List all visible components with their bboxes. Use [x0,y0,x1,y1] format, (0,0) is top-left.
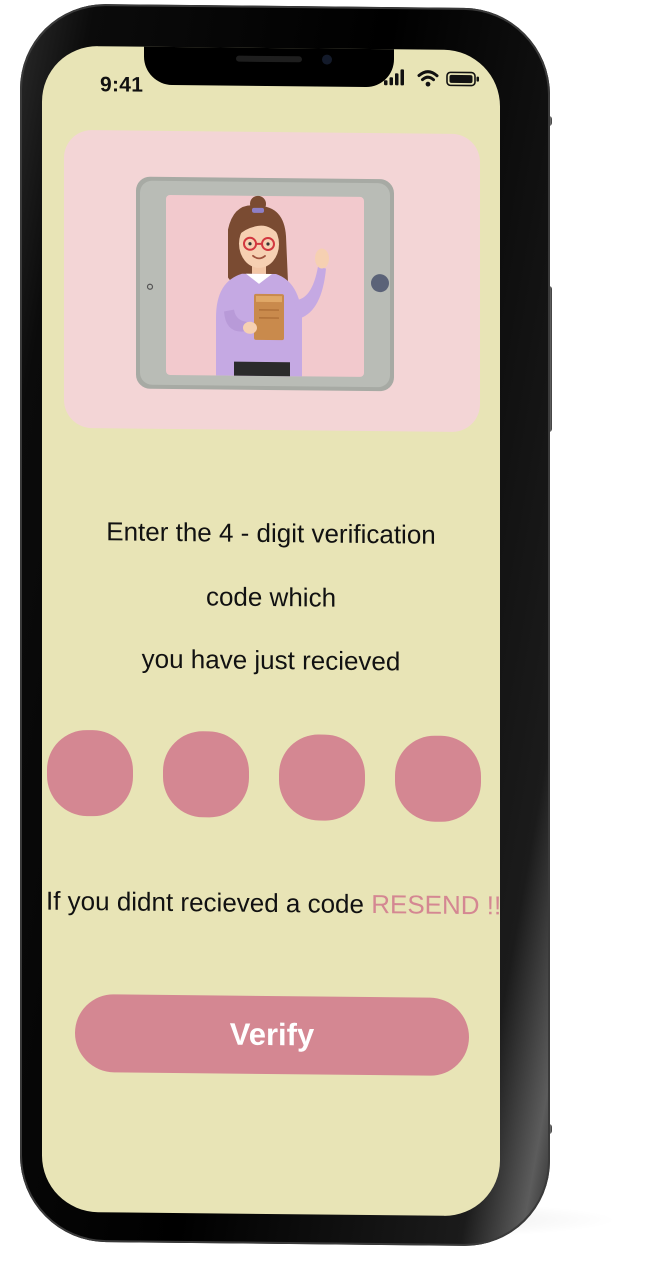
resend-link[interactable]: RESEND !! [371,889,500,920]
instruction-line-2: code which [205,581,337,613]
battery-icon [446,71,479,87]
instruction-line-3: you have just recieved [141,643,401,677]
resend-line: If you didnt recieved a code RESEND !! [46,886,500,922]
status-time: 9:41 [100,73,144,97]
front-camera [322,54,332,65]
notch [144,45,394,88]
code-digit-4[interactable] [395,735,481,823]
teacher-in-tablet-illustration [136,176,394,392]
code-digit-2[interactable] [163,730,249,818]
code-digit-1[interactable] [47,729,133,817]
phone-screen: 9:41 Enter the 4 - digit verification co… [42,45,500,1217]
instruction-line-1: Enter the 4 - digit verification [106,516,436,550]
verify-button[interactable]: Verify [75,993,469,1077]
status-icons [384,69,479,87]
signal-icon [384,69,404,86]
speaker-grille [236,55,302,63]
code-digit-3[interactable] [279,734,365,821]
device-mockup: 9:41 Enter the 4 - digit verification co… [0,0,668,1266]
resend-prompt: If you didnt recieved a code [46,885,372,920]
wifi-icon [417,70,439,87]
hero-illustration [64,129,480,433]
